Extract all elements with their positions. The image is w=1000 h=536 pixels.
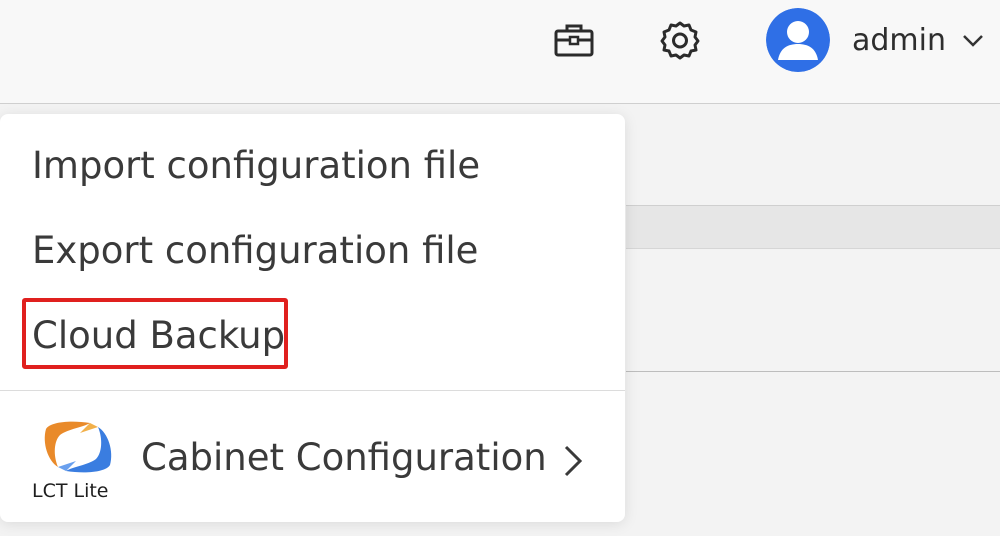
user-menu[interactable]: admin bbox=[766, 8, 984, 72]
settings-button[interactable] bbox=[660, 20, 700, 60]
menu-item-import-config[interactable]: Import configuration file bbox=[32, 147, 480, 184]
background-table-header bbox=[626, 205, 1000, 249]
gear-icon bbox=[660, 21, 700, 60]
top-header-bar: admin bbox=[0, 0, 1000, 104]
chevron-down-icon bbox=[963, 35, 983, 47]
chevron-right-icon bbox=[564, 445, 583, 477]
background-divider bbox=[626, 371, 1000, 372]
menu-item-cabinet-configuration[interactable]: LCT Lite Cabinet Configuration bbox=[0, 391, 625, 522]
lct-lite-logo-icon bbox=[44, 421, 112, 473]
user-avatar-icon bbox=[766, 8, 830, 72]
toolbox-button[interactable] bbox=[554, 20, 594, 60]
cloud-backup-highlight-box bbox=[22, 298, 288, 369]
settings-dropdown-menu: Import configuration file Export configu… bbox=[0, 114, 625, 522]
cabinet-configuration-label: Cabinet Configuration bbox=[141, 436, 547, 479]
username-label: admin bbox=[852, 22, 946, 58]
toolbox-icon bbox=[554, 24, 594, 57]
menu-item-export-config[interactable]: Export configuration file bbox=[32, 232, 478, 269]
lct-lite-logo-text: LCT Lite bbox=[32, 480, 109, 502]
